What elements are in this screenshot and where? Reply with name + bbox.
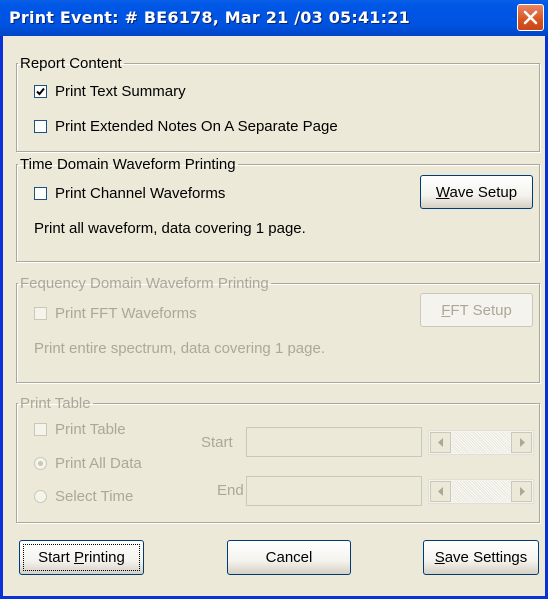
print-extended-notes-checkbox[interactable]: Print Extended Notes On A Separate Page (34, 118, 338, 135)
cancel-button[interactable]: Cancel (227, 540, 351, 575)
save-settings-button[interactable]: Save Settings (423, 540, 539, 575)
print-channel-waveforms-checkbox[interactable]: Print Channel Waveforms (34, 185, 225, 202)
report-content-group: Report Content (16, 55, 540, 152)
scroll-track[interactable] (452, 432, 510, 453)
select-time-label: Select Time (55, 488, 134, 505)
scroll-track[interactable] (452, 481, 510, 502)
window-title: Print Event: # BE6178, Mar 21 /03 05:41:… (9, 8, 410, 27)
print-all-data-radio[interactable]: Print All Data (34, 455, 142, 472)
checkbox-box[interactable] (34, 187, 47, 200)
radio-dot (38, 461, 43, 466)
end-time-scrollbar[interactable] (428, 479, 534, 504)
print-channel-waveforms-label: Print Channel Waveforms (55, 185, 226, 202)
end-label: End (217, 482, 244, 499)
fft-setup-button[interactable]: FFT Setup (420, 293, 533, 327)
print-table-label: Print Table (55, 421, 126, 438)
frequency-domain-summary: Print entire spectrum, data covering 1 p… (34, 340, 325, 357)
frequency-domain-group: Fequency Domain Waveform Printing (16, 275, 540, 383)
close-icon (523, 10, 538, 25)
close-button[interactable] (517, 4, 544, 31)
print-table-legend: Print Table (20, 395, 91, 412)
wave-setup-button[interactable]: Wave Setup (420, 175, 533, 209)
scroll-right-arrow[interactable] (511, 432, 532, 453)
checkbox-box[interactable] (34, 423, 47, 436)
start-time-field[interactable] (246, 427, 422, 457)
left-arrow-icon (437, 438, 443, 447)
print-table-checkbox[interactable]: Print Table (34, 421, 126, 438)
checkbox-box[interactable] (34, 120, 47, 133)
start-time-scrollbar[interactable] (428, 430, 534, 455)
start-printing-button[interactable]: Start Printing (19, 540, 144, 575)
save-settings-label: Save Settings (434, 549, 528, 566)
print-fft-waveforms-checkbox[interactable]: Print FFT Waveforms (34, 305, 197, 322)
select-time-radio[interactable]: Select Time (34, 488, 133, 505)
checkbox-box[interactable] (34, 307, 47, 320)
title-bar[interactable]: Print Event: # BE6178, Mar 21 /03 05:41:… (0, 0, 548, 36)
start-label: Start (201, 434, 233, 451)
window-frame-left (0, 36, 3, 599)
frequency-domain-legend: Fequency Domain Waveform Printing (20, 275, 269, 292)
start-printing-label: Start Printing (38, 549, 125, 566)
wave-setup-label: Wave Setup (435, 183, 518, 201)
checkbox-box[interactable] (34, 85, 47, 98)
left-arrow-icon (437, 487, 443, 496)
print-text-summary-checkbox[interactable]: Print Text Summary (34, 83, 186, 100)
print-extended-notes-label: Print Extended Notes On A Separate Page (55, 118, 338, 135)
radio-circle[interactable] (34, 490, 47, 503)
print-fft-waveforms-label: Print FFT Waveforms (55, 305, 197, 322)
scroll-left-arrow[interactable] (430, 432, 451, 453)
print-all-data-label: Print All Data (55, 455, 142, 472)
right-arrow-icon (519, 487, 525, 496)
time-domain-group: Time Domain Waveform Printing (16, 156, 540, 262)
time-domain-legend: Time Domain Waveform Printing (20, 156, 236, 173)
report-content-legend: Report Content (20, 55, 122, 72)
time-domain-summary: Print all waveform, data covering 1 page… (34, 220, 306, 237)
end-time-field[interactable] (246, 476, 422, 506)
print-text-summary-label: Print Text Summary (55, 83, 186, 100)
radio-circle[interactable] (34, 457, 47, 470)
scroll-left-arrow[interactable] (430, 481, 451, 502)
scroll-right-arrow[interactable] (511, 481, 532, 502)
checkmark-icon (36, 87, 45, 96)
fft-setup-label: FFT Setup (441, 301, 512, 319)
right-arrow-icon (519, 438, 525, 447)
